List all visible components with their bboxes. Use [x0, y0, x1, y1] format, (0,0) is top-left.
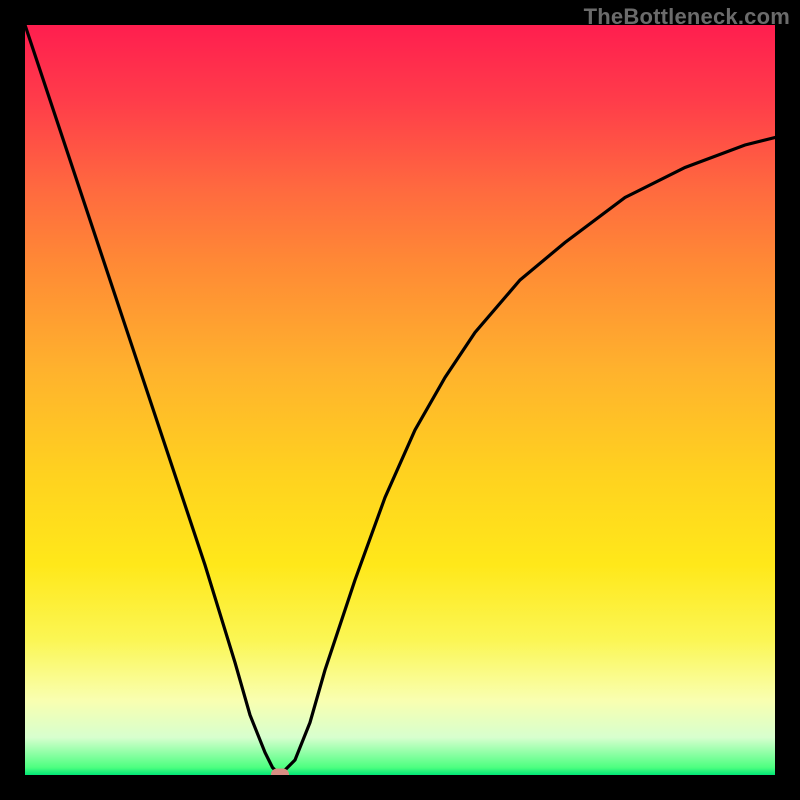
- chart-frame: TheBottleneck.com: [0, 0, 800, 800]
- optimal-point-marker: [271, 769, 289, 776]
- watermark-text: TheBottleneck.com: [584, 4, 790, 30]
- bottleneck-curve: [25, 25, 775, 775]
- plot-area: [25, 25, 775, 775]
